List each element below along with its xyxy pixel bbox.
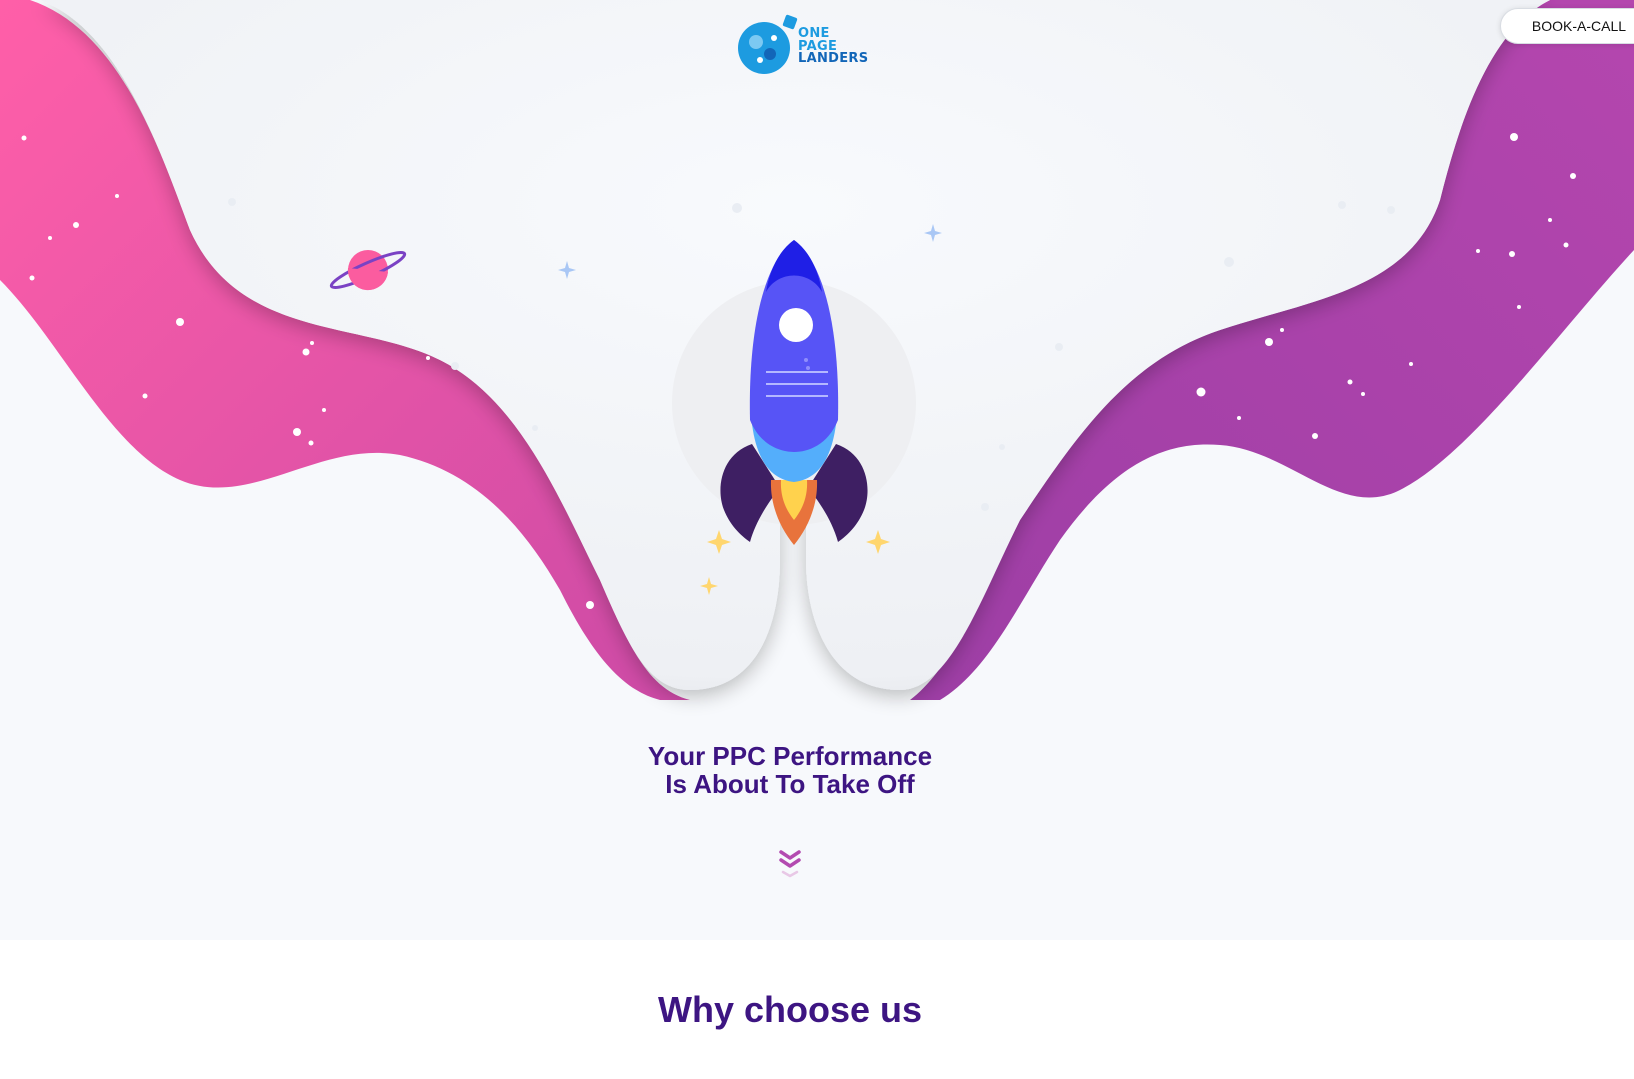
hero-background	[0, 0, 1634, 940]
hero-headline: Your PPC Performance Is About To Take Of…	[0, 742, 1580, 798]
headline-line-1: Your PPC Performance	[647, 741, 933, 771]
brand-logo[interactable]: ONE PAGE LANDERS	[736, 14, 876, 78]
logo-line-landers: LANDERS	[798, 51, 869, 66]
section-title: Why choose us	[657, 989, 923, 1030]
book-a-call-button[interactable]: BOOK-A-CALL	[1500, 8, 1634, 44]
hero-section	[0, 0, 1634, 940]
headline-line-2: Is About To Take Off	[665, 769, 915, 799]
chevron-down-icon	[779, 850, 801, 878]
scroll-down-button[interactable]	[775, 850, 805, 890]
logo-wordmark: ONE PAGE LANDERS	[798, 27, 869, 66]
logo-mark-icon	[738, 14, 798, 74]
